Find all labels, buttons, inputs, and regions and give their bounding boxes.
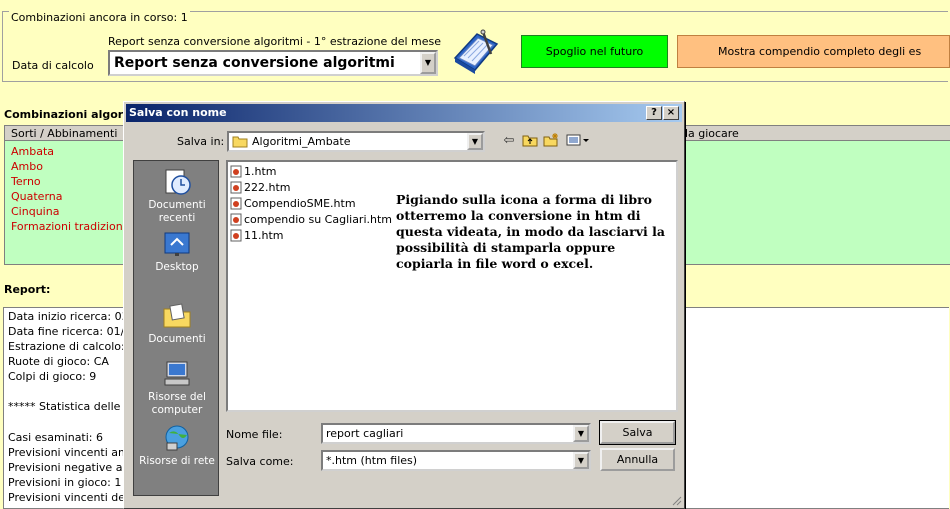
html-file-icon bbox=[230, 213, 242, 226]
dialog-title: Salva con nome bbox=[129, 106, 227, 119]
dialog-titlebar[interactable]: Salva con nome ? × bbox=[126, 104, 682, 122]
resize-grip-icon[interactable] bbox=[670, 494, 682, 506]
place-label: Documenti recenti bbox=[148, 199, 206, 224]
save-in-value: Algoritmi_Ambate bbox=[252, 135, 351, 148]
cancel-button[interactable]: Annulla bbox=[600, 448, 675, 471]
table-row[interactable]: Formazioni tradizionali bbox=[11, 220, 136, 233]
table-row[interactable]: Quaterna bbox=[11, 190, 63, 203]
my-computer-icon bbox=[164, 361, 190, 386]
chevron-down-icon[interactable]: ▼ bbox=[573, 425, 589, 442]
table-row[interactable]: Terno bbox=[11, 175, 41, 188]
report-caption: Report senza conversione algoritmi - 1° … bbox=[108, 35, 442, 48]
html-file-icon bbox=[230, 197, 242, 210]
file-name-input[interactable]: report cagliari ▼ bbox=[321, 423, 591, 444]
report-line: Data fine ricerca: 01/0 bbox=[8, 325, 132, 338]
column-header-giocare[interactable]: da giocare bbox=[681, 127, 739, 140]
file-name: 1.htm bbox=[244, 165, 277, 178]
desktop-icon bbox=[164, 232, 190, 256]
file-name-label: Nome file: bbox=[226, 428, 283, 441]
list-item[interactable]: 1.htm bbox=[230, 165, 277, 178]
report-line: Data inizio ricerca: 03 bbox=[8, 310, 129, 323]
network-icon bbox=[165, 425, 189, 451]
my-documents-icon bbox=[163, 303, 191, 328]
chevron-down-icon[interactable]: ▼ bbox=[573, 452, 589, 469]
file-name: CompendioSME.htm bbox=[244, 197, 356, 210]
report-line: ***** Statistica delle v bbox=[8, 400, 131, 413]
html-file-icon bbox=[230, 229, 242, 242]
save-as-type-value: *.htm (htm files) bbox=[326, 454, 418, 467]
report-line: Ruote di gioco: CA bbox=[8, 355, 109, 368]
table-row[interactable]: Ambo bbox=[11, 160, 43, 173]
compendio-button[interactable]: Mostra compendio completo degli es bbox=[677, 35, 950, 68]
table-row[interactable]: Cinquina bbox=[11, 205, 59, 218]
report-line: Previsioni negative ar bbox=[8, 461, 127, 474]
place-my-computer[interactable]: Risorse del computer bbox=[134, 359, 220, 417]
report-label: Report: bbox=[4, 283, 51, 296]
save-as-type-select[interactable]: *.htm (htm files) ▼ bbox=[321, 450, 591, 471]
new-folder-icon[interactable] bbox=[542, 133, 560, 149]
close-button[interactable]: × bbox=[663, 106, 679, 120]
places-bar: Documenti recenti Desktop Documenti Riso… bbox=[133, 160, 219, 496]
place-label: Documenti bbox=[148, 333, 206, 345]
save-in-label: Salva in: bbox=[177, 135, 225, 148]
place-recent-documents[interactable]: Documenti recenti bbox=[134, 167, 220, 225]
up-folder-icon[interactable] bbox=[521, 133, 539, 149]
back-icon[interactable]: ⇦ bbox=[500, 133, 518, 149]
report-line: Casi esaminati: 6 bbox=[8, 431, 103, 444]
chevron-down-icon[interactable]: ▼ bbox=[420, 52, 436, 74]
report-line: Previsioni vincenti de bbox=[8, 491, 126, 504]
html-file-icon bbox=[230, 165, 242, 178]
folder-icon bbox=[232, 136, 248, 148]
table-row[interactable]: Ambata bbox=[11, 145, 54, 158]
place-label: Risorse di rete bbox=[139, 455, 215, 467]
place-desktop[interactable]: Desktop bbox=[134, 229, 220, 274]
column-header-sorti[interactable]: Sorti / Abbinamenti bbox=[11, 127, 117, 140]
save-in-select[interactable]: Algoritmi_Ambate ▼ bbox=[227, 131, 485, 152]
place-label: Risorse del computer bbox=[148, 391, 206, 416]
file-name-value: report cagliari bbox=[326, 427, 404, 440]
file-name: 11.htm bbox=[244, 229, 284, 242]
chevron-down-icon[interactable]: ▼ bbox=[467, 133, 483, 150]
list-item[interactable]: 11.htm bbox=[230, 229, 284, 242]
html-file-icon bbox=[230, 181, 242, 194]
list-item[interactable]: CompendioSME.htm bbox=[230, 197, 356, 210]
report-type-value: Report senza conversione algoritmi bbox=[114, 55, 395, 71]
place-documents[interactable]: Documenti bbox=[134, 301, 220, 346]
data-calcolo-label: Data di calcolo bbox=[12, 59, 94, 72]
save-as-dialog: Salva con nome ? × Salva in: Algoritmi_A… bbox=[123, 101, 685, 509]
groupbox-legend: Combinazioni ancora in corso: 1 bbox=[9, 11, 190, 24]
spoglio-futuro-button[interactable]: Spoglio nel futuro bbox=[521, 35, 668, 68]
file-name: 222.htm bbox=[244, 181, 291, 194]
list-item[interactable]: 222.htm bbox=[230, 181, 291, 194]
help-button[interactable]: ? bbox=[646, 106, 662, 120]
list-item[interactable]: compendio su Cagliari.htm bbox=[230, 213, 392, 226]
file-list[interactable]: 1.htm 222.htm CompendioSME.htm compendio… bbox=[226, 160, 678, 412]
recent-documents-icon bbox=[165, 169, 191, 195]
save-button[interactable]: Salva bbox=[599, 420, 676, 445]
file-name: compendio su Cagliari.htm bbox=[244, 213, 393, 226]
book-icon[interactable] bbox=[447, 28, 503, 76]
combinations-heading: Combinazioni algorit bbox=[4, 108, 124, 121]
report-line: Estrazione di calcolo: bbox=[8, 340, 125, 353]
report-type-select[interactable]: Report senza conversione algoritmi ▼ bbox=[108, 50, 438, 76]
report-line: Previsioni in gioco: 1 bbox=[8, 476, 122, 489]
place-label: Desktop bbox=[155, 261, 199, 273]
annotation-text: Pigiando sulla icona a forma di libro ot… bbox=[396, 192, 665, 271]
report-line: Previsioni vincenti am bbox=[8, 446, 129, 459]
save-as-type-label: Salva come: bbox=[226, 455, 294, 468]
place-network[interactable]: Risorse di rete bbox=[134, 423, 220, 468]
view-menu-icon[interactable] bbox=[565, 133, 591, 149]
report-line: Colpi di gioco: 9 bbox=[8, 370, 97, 383]
